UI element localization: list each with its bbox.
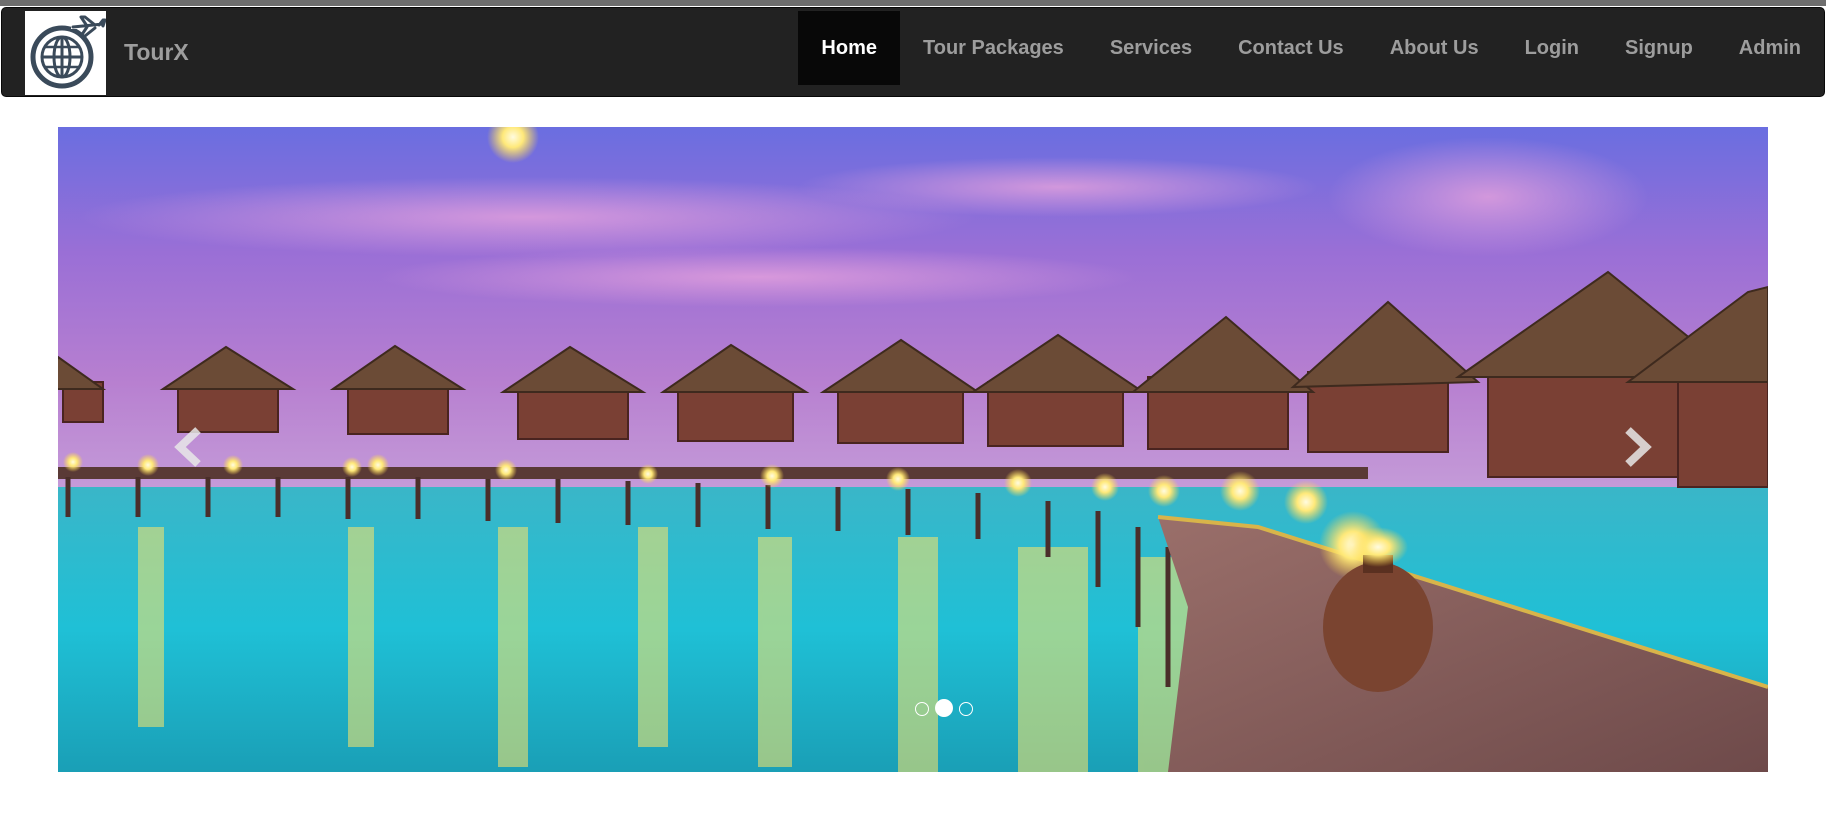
nav-tour-packages[interactable]: Tour Packages bbox=[900, 11, 1087, 85]
hero-carousel bbox=[58, 127, 1768, 772]
carousel-indicator-3[interactable] bbox=[959, 702, 973, 716]
nav-login[interactable]: Login bbox=[1502, 11, 1602, 85]
chevron-right-icon bbox=[1625, 427, 1652, 467]
chevron-left-icon bbox=[174, 427, 201, 467]
globe-plane-icon bbox=[30, 15, 107, 89]
carousel-indicator-1[interactable] bbox=[915, 702, 929, 716]
nav-home[interactable]: Home bbox=[798, 11, 900, 85]
window-top-border bbox=[0, 0, 1826, 6]
carousel-slide-image bbox=[58, 127, 1768, 772]
nav-admin[interactable]: Admin bbox=[1716, 11, 1824, 85]
nav-services[interactable]: Services bbox=[1087, 11, 1215, 85]
nav-menu: Home Tour Packages Services Contact Us A… bbox=[798, 11, 1824, 95]
carousel-prev-button[interactable] bbox=[158, 407, 218, 487]
brand-name[interactable]: TourX bbox=[124, 8, 189, 96]
top-navbar: TourX Home Tour Packages Services Contac… bbox=[1, 7, 1825, 97]
brand-logo[interactable] bbox=[25, 11, 107, 95]
carousel-indicator-2[interactable] bbox=[935, 699, 953, 717]
nav-contact-us[interactable]: Contact Us bbox=[1215, 11, 1367, 85]
nav-signup[interactable]: Signup bbox=[1602, 11, 1716, 85]
carousel-indicators bbox=[58, 699, 1768, 717]
nav-about-us[interactable]: About Us bbox=[1367, 11, 1502, 85]
carousel-next-button[interactable] bbox=[1608, 407, 1668, 487]
